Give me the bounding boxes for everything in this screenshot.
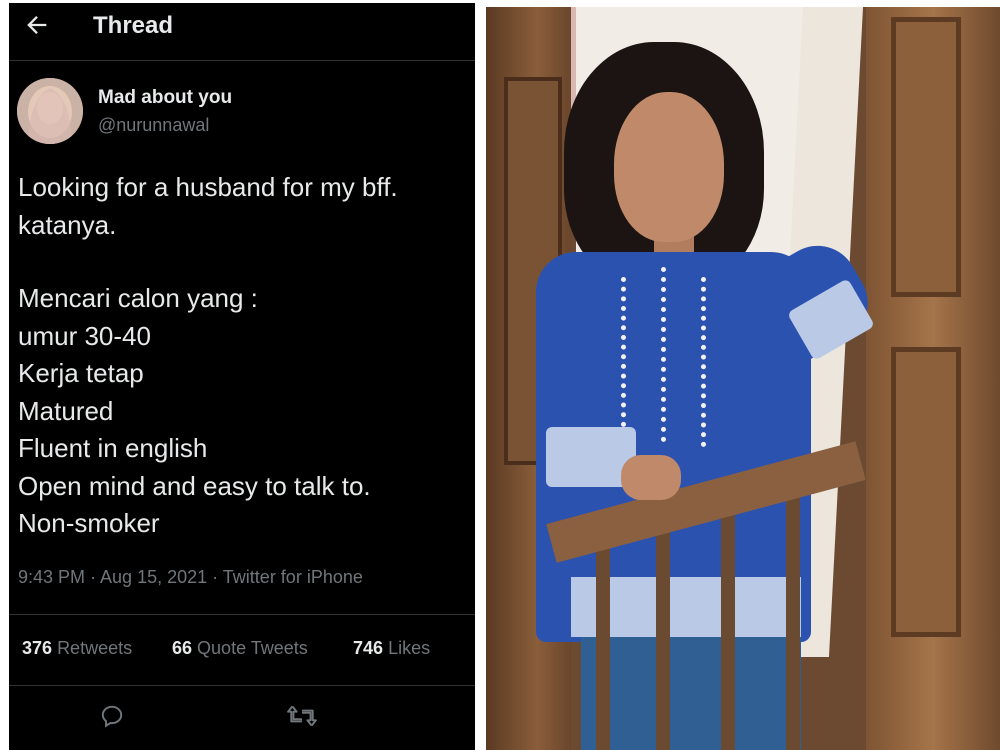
- shutter-panel-top: [891, 17, 961, 297]
- quote-tweets-label: Quote Tweets: [197, 638, 308, 658]
- woman-at-window-photo: [486, 7, 1000, 750]
- tweet-line: katanya.: [18, 209, 117, 240]
- divider: [9, 60, 475, 61]
- likes-stat[interactable]: 746 Likes: [353, 638, 430, 659]
- hand: [621, 455, 681, 500]
- blouse-pattern: [661, 267, 674, 442]
- tweet-line: Kerja tetap: [18, 358, 144, 388]
- shutter-panel-bottom: [891, 347, 961, 637]
- skirt: [581, 637, 801, 750]
- likes-count: 746: [353, 638, 384, 658]
- retweet-icon[interactable]: [287, 703, 317, 729]
- author-handle[interactable]: @nurunnawal: [98, 115, 209, 136]
- railing-bar: [721, 497, 735, 750]
- tweet-thread-panel: Thread Mad about you @nurunnawal Looking…: [9, 3, 475, 750]
- tweet-line: Matured: [18, 395, 114, 426]
- author-display-name[interactable]: Mad about you: [98, 87, 232, 109]
- divider: [9, 685, 475, 686]
- retweets-count: 376: [22, 638, 53, 658]
- divider: [9, 614, 475, 615]
- tweet-line: [18, 244, 475, 280]
- tweet-timestamp[interactable]: 9:43 PM · Aug 15, 2021 · Twitter for iPh…: [18, 567, 363, 588]
- tweet-line: umur 30-40: [18, 320, 151, 351]
- blouse-pattern: [621, 277, 634, 427]
- tweet-line: Fluent in english: [18, 433, 208, 463]
- quote-tweets-count: 66: [172, 638, 193, 658]
- railing-bar: [786, 477, 800, 750]
- face: [614, 92, 724, 242]
- quote-tweets-stat[interactable]: 66 Quote Tweets: [172, 638, 308, 659]
- retweets-label: Retweets: [57, 638, 133, 658]
- railing-bar: [656, 512, 670, 750]
- tweet-line: Mencari calon yang :: [18, 283, 258, 313]
- tweet-text: Looking for a husband for my bff. katany…: [18, 169, 475, 543]
- blouse-pattern: [701, 277, 714, 447]
- avatar-image: [17, 78, 83, 144]
- tweet-line: Open mind and easy to talk to.: [18, 470, 371, 501]
- retweets-stat[interactable]: 376 Retweets: [22, 638, 132, 659]
- likes-label: Likes: [388, 638, 431, 658]
- tweet-line: Non-smoker: [18, 508, 160, 538]
- page-title: Thread: [93, 12, 174, 39]
- tweet-line: Looking for a husband for my bff.: [18, 172, 398, 202]
- railing-bar: [596, 527, 610, 750]
- reply-icon[interactable]: [99, 703, 125, 729]
- arrow-left-icon[interactable]: [23, 11, 51, 39]
- thread-header: Thread: [9, 3, 475, 51]
- avatar[interactable]: [17, 78, 83, 144]
